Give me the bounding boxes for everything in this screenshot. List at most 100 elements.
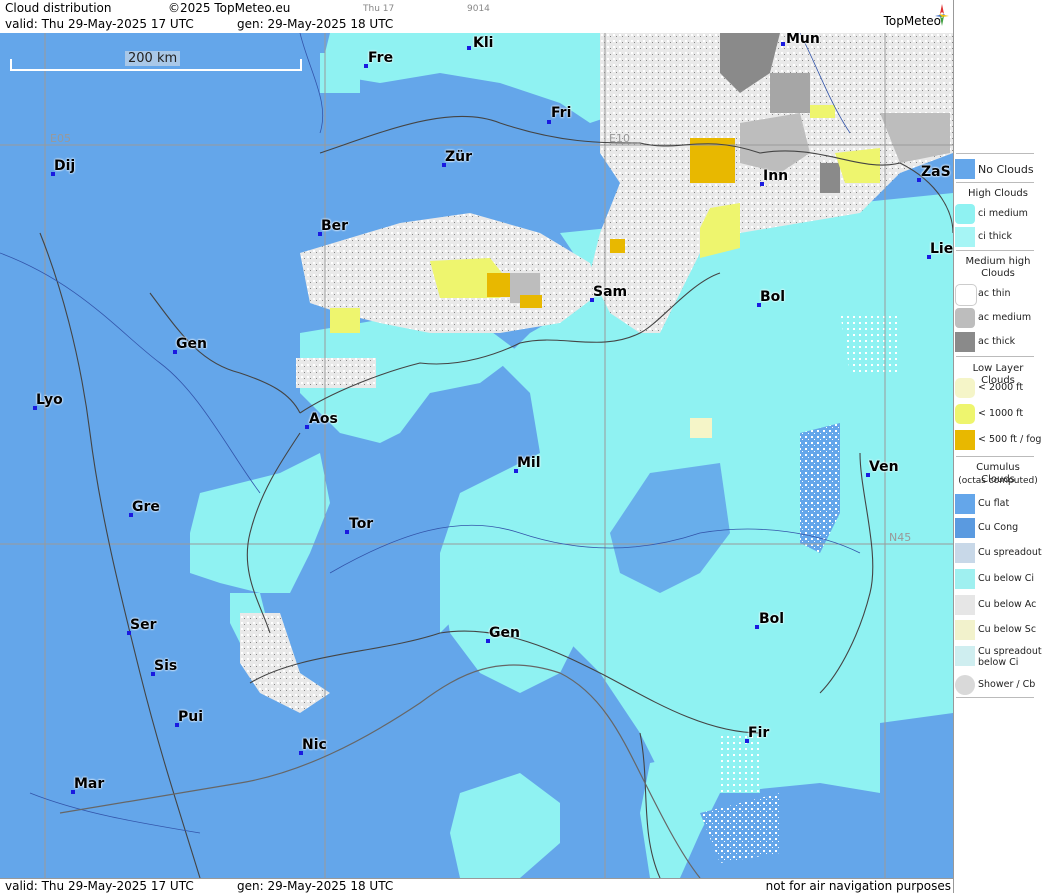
grid-label-n45: N45 — [889, 531, 912, 544]
ac-thick-swatch — [955, 332, 975, 352]
cu-below-sc-swatch — [955, 620, 975, 640]
cloud-map[interactable]: 200 km E05 E10 N45 Kli Mun Fre Fri Dij Z… — [0, 33, 953, 878]
city-name: Ven — [869, 459, 899, 475]
city-name: Bol — [760, 289, 786, 305]
cu-spreadout-below-ci-swatch — [955, 646, 975, 666]
city-name: Lyo — [36, 392, 63, 408]
low-1000-swatch — [955, 404, 975, 424]
cu-below-ci-swatch — [955, 569, 975, 589]
legend-divider — [956, 250, 1034, 251]
city-name: Zür — [445, 149, 473, 165]
legend-ci-thick: ci thick — [954, 226, 1045, 248]
city-name: Gre — [132, 499, 160, 515]
footer-valid: valid: Thu 29-May-2025 17 UTC — [5, 879, 194, 893]
city-name: ZaS — [921, 164, 951, 180]
legend-cu-below-sc: Cu below Sc — [954, 619, 1045, 641]
cu-cong-swatch — [955, 518, 975, 538]
city-name: Inn — [763, 168, 789, 184]
legend-label: Cu below Sc — [978, 624, 1037, 635]
legend-label: Cu below Ci — [978, 573, 1035, 584]
city-name: Fri — [551, 105, 572, 121]
legend-no-clouds: No Clouds — [954, 158, 1045, 180]
legend-cu-spreadout: Cu spreadout — [954, 542, 1045, 564]
legend-label: < 2000 ft — [978, 382, 1024, 393]
city-name: Tor — [349, 516, 374, 532]
legend-label: Cu below Ac — [978, 599, 1037, 610]
legend-cu-spreadout-below-ci: Cu spreadout below Ci — [954, 645, 1045, 673]
legend-low-500: < 500 ft / fog — [954, 429, 1045, 451]
legend-cu-flat: Cu flat — [954, 493, 1045, 515]
ac-thin-swatch — [955, 284, 977, 306]
legend-label: ci thick — [978, 231, 1012, 242]
legend-label: Cu spreadout — [978, 547, 1042, 558]
city-name: Ser — [130, 617, 157, 633]
code-small: 9014 — [467, 4, 490, 14]
cloud-layer — [0, 33, 953, 878]
city-name: Gen — [489, 625, 520, 641]
ac-medium-swatch — [955, 308, 975, 328]
legend-section-title: Medium high Clouds — [965, 256, 1031, 279]
low-2000-swatch — [955, 378, 975, 398]
city-dot-icon — [467, 46, 471, 50]
city-name: Ber — [321, 218, 349, 234]
grid-label-e05: E05 — [50, 132, 71, 145]
legend-label: < 500 ft / fog — [978, 434, 1042, 445]
legend-label: Cu flat — [978, 498, 1010, 509]
city-name: Mil — [517, 455, 541, 471]
legend-label: No Clouds — [978, 163, 1034, 176]
legend-divider — [956, 456, 1034, 457]
legend-label: ac thick — [978, 336, 1016, 347]
legend-label: < 1000 ft — [978, 408, 1024, 419]
legend-cu-below-ci: Cu below Ci — [954, 568, 1045, 590]
map-title: Cloud distribution — [5, 1, 112, 15]
legend-ac-medium: ac medium — [954, 307, 1045, 329]
disclaimer: not for air navigation purposes — [765, 879, 951, 893]
legend-divider — [956, 153, 1034, 154]
city-name: Sis — [154, 658, 178, 674]
legend-divider — [956, 356, 1034, 357]
legend-label: ac thin — [978, 288, 1011, 299]
legend-cu-below-ac: Cu below Ac — [954, 594, 1045, 616]
city-name: Pui — [178, 709, 204, 725]
valid-time: valid: Thu 29-May-2025 17 UTC — [5, 17, 194, 31]
grid-label-e10: E10 — [609, 132, 630, 145]
generated-time: gen: 29-May-2025 18 UTC — [237, 17, 394, 31]
header-bar: Cloud distribution ©2025 TopMeteo.eu Thu… — [0, 0, 953, 34]
legend-low-2000: < 2000 ft — [954, 377, 1045, 399]
time-small: Thu 17 — [363, 4, 395, 14]
city-name: Dij — [54, 158, 76, 174]
footer-generated: gen: 29-May-2025 18 UTC — [237, 879, 394, 893]
scale-label: 200 km — [125, 51, 181, 66]
legend-label: ci medium — [978, 208, 1028, 219]
legend-label: Shower / Cb — [978, 679, 1036, 690]
topmeteo-logo-icon — [935, 4, 949, 26]
city-name: Kli — [473, 35, 494, 51]
legend-section-title: High Clouds — [968, 188, 1028, 199]
city-name: Mun — [786, 33, 820, 47]
legend-label: Cu spreadout — [978, 646, 1042, 657]
ci-thick-swatch — [955, 227, 975, 247]
legend-divider — [956, 697, 1034, 698]
legend-panel: No Clouds High Clouds ci medium ci thick… — [953, 0, 1045, 893]
cu-flat-swatch — [955, 494, 975, 514]
city-name: Mar — [74, 776, 105, 792]
city-name: Nic — [302, 737, 327, 753]
city-name: Bol — [759, 611, 785, 627]
city-name: Lie — [930, 241, 953, 257]
copyright: ©2025 TopMeteo.eu — [168, 1, 291, 15]
ci-medium-swatch — [955, 204, 975, 224]
legend-label: Cu Cong — [978, 522, 1019, 533]
legend-section-subtitle: (octas computed) — [958, 476, 1038, 486]
city-dot-icon — [781, 42, 785, 46]
cu-spreadout-swatch — [955, 543, 975, 563]
no-clouds-swatch — [955, 159, 975, 179]
legend-cu-cong: Cu Cong — [954, 517, 1045, 539]
city-name: Gen — [176, 336, 207, 352]
legend-ci-medium: ci medium — [954, 203, 1045, 225]
city-name: Fre — [368, 50, 394, 66]
legend-low-1000: < 1000 ft — [954, 403, 1045, 425]
low-500-swatch — [955, 430, 975, 450]
city-name: Aos — [309, 411, 338, 427]
cu-below-ac-swatch — [955, 595, 975, 615]
legend-label: below Ci — [978, 657, 1019, 668]
